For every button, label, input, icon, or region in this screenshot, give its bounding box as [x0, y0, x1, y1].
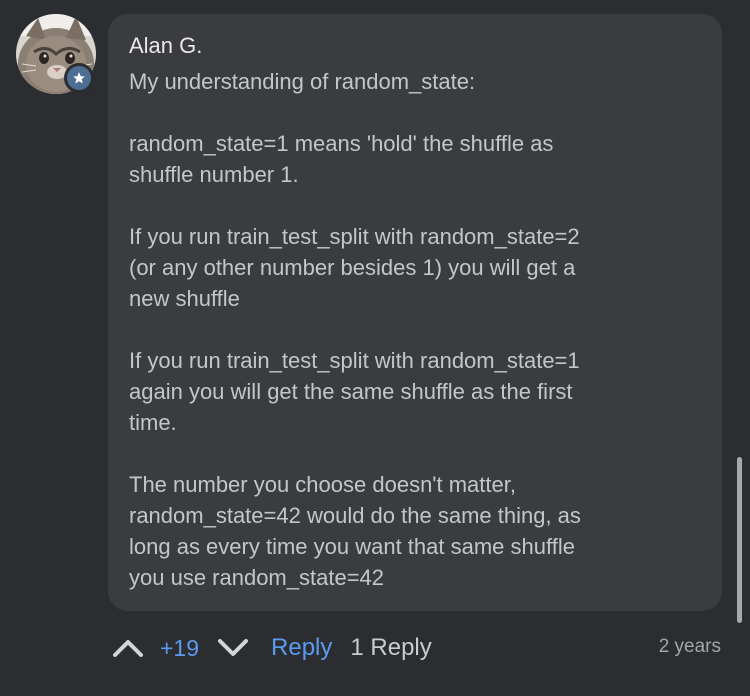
- comment-thread: Alan G. My understanding of random_state…: [0, 0, 750, 696]
- badge: [64, 63, 94, 93]
- vote-count: +19: [160, 634, 200, 661]
- chevron-up-icon: [113, 640, 143, 657]
- comment-paragraph: If you run train_test_split with random_…: [129, 348, 580, 435]
- chevron-down-icon: [218, 639, 249, 656]
- replies-link[interactable]: 1 Reply: [350, 634, 431, 662]
- author-name[interactable]: Alan G.: [129, 32, 700, 60]
- scrollbar[interactable]: [737, 457, 742, 623]
- comment-bubble: Alan G. My understanding of random_state…: [108, 14, 722, 611]
- comment-paragraph: My understanding of random_state:: [129, 69, 476, 94]
- upvote-button[interactable]: [108, 628, 148, 668]
- downvote-button[interactable]: [213, 628, 253, 668]
- star-icon: [73, 72, 85, 84]
- comment-body: My understanding of random_state: random…: [129, 66, 700, 593]
- reply-button[interactable]: Reply: [271, 634, 332, 662]
- comment-paragraph: random_state=1 means 'hold' the shuffle …: [129, 131, 554, 187]
- comment-actions: +19 Reply 1 Reply: [108, 628, 432, 668]
- comment-paragraph: The number you choose doesn't matter, ra…: [129, 472, 581, 590]
- timestamp: 2 years: [658, 636, 721, 657]
- comment-paragraph: If you run train_test_split with random_…: [129, 224, 580, 311]
